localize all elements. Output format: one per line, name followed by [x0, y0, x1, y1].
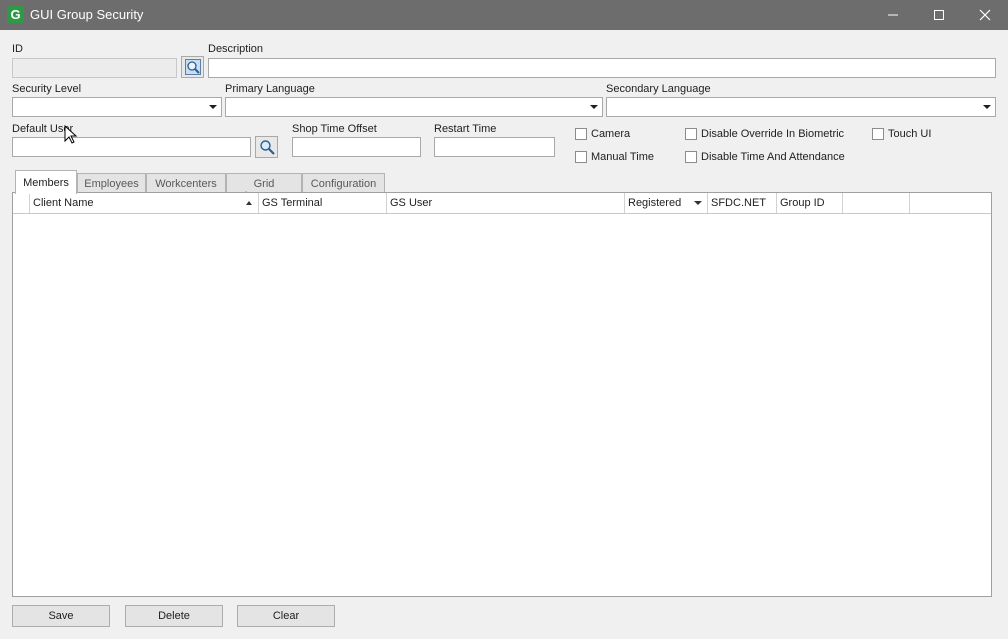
- primary-language-label: Primary Language: [225, 83, 315, 95]
- tab-configuration[interactable]: Configuration: [302, 173, 385, 193]
- app-logo-icon: G: [7, 6, 24, 23]
- chevron-down-icon[interactable]: [983, 105, 991, 109]
- camera-label: Camera: [591, 128, 631, 140]
- restart-time-field[interactable]: [434, 137, 555, 157]
- restart-time-label: Restart Time: [434, 123, 497, 135]
- sort-ascending-icon: [246, 201, 252, 205]
- id-label: ID: [12, 43, 23, 55]
- column-sfdc-net[interactable]: SFDC.NET: [708, 193, 777, 213]
- row-indicator-header: [13, 193, 30, 213]
- disable-override-checkbox[interactable]: [685, 128, 697, 140]
- touch-ui-label: Touch UI: [888, 128, 932, 140]
- column-client-name-label: Client Name: [33, 197, 94, 209]
- shop-time-offset-label: Shop Time Offset: [292, 123, 377, 135]
- column-client-name[interactable]: Client Name: [30, 193, 259, 213]
- disable-time-attendance-label: Disable Time And Attendance: [701, 151, 845, 163]
- clear-button[interactable]: Clear: [237, 605, 335, 627]
- filter-dropdown-icon[interactable]: [694, 201, 702, 205]
- default-user-lookup-button[interactable]: [255, 136, 278, 158]
- chevron-down-icon[interactable]: [209, 105, 217, 109]
- tab-employees[interactable]: Employees: [77, 173, 146, 193]
- members-grid[interactable]: Client Name GS Terminal GS User Register…: [12, 192, 992, 597]
- minimize-button[interactable]: [870, 0, 916, 30]
- column-gs-user[interactable]: GS User: [387, 193, 625, 213]
- disable-override-label: Disable Override In Biometric: [701, 128, 845, 140]
- mouse-cursor-icon: [64, 125, 78, 144]
- save-button[interactable]: Save: [12, 605, 110, 627]
- delete-button[interactable]: Delete: [125, 605, 223, 627]
- title-bar: G GUI Group Security: [0, 0, 1008, 30]
- disable-time-attendance-checkbox[interactable]: [685, 151, 697, 163]
- magnifier-icon: [259, 140, 275, 155]
- column-registered-label: Registered: [628, 197, 682, 209]
- grid-header: Client Name GS Terminal GS User Register…: [13, 193, 991, 214]
- camera-checkbox[interactable]: [575, 128, 587, 140]
- id-field[interactable]: [12, 58, 177, 78]
- chevron-down-icon[interactable]: [590, 105, 598, 109]
- id-lookup-button[interactable]: [181, 56, 204, 78]
- window-title: GUI Group Security: [30, 7, 144, 22]
- close-button[interactable]: [962, 0, 1008, 30]
- tab-workcenters[interactable]: Workcenters: [146, 173, 226, 193]
- column-gs-terminal[interactable]: GS Terminal: [259, 193, 387, 213]
- description-label: Description: [208, 43, 264, 55]
- search-icon: [184, 59, 201, 75]
- shop-time-offset-field[interactable]: [292, 137, 421, 157]
- manual-time-checkbox[interactable]: [575, 151, 587, 163]
- description-field[interactable]: [208, 58, 996, 78]
- tab-members[interactable]: Members: [15, 170, 77, 194]
- maximize-button[interactable]: [916, 0, 962, 30]
- default-user-field[interactable]: [12, 137, 251, 157]
- secondary-language-combo[interactable]: [606, 97, 996, 117]
- close-icon: [979, 9, 991, 21]
- touch-ui-checkbox[interactable]: [872, 128, 884, 140]
- column-group-id[interactable]: Group ID: [777, 193, 843, 213]
- security-level-combo[interactable]: [12, 97, 222, 117]
- column-extra[interactable]: [843, 193, 910, 213]
- maximize-icon: [934, 10, 944, 20]
- minimize-icon: [888, 14, 898, 16]
- column-registered[interactable]: Registered: [625, 193, 708, 213]
- tab-grid-layouts[interactable]: Grid Layouts: [226, 173, 302, 202]
- manual-time-label: Manual Time: [591, 151, 654, 163]
- primary-language-combo[interactable]: [225, 97, 603, 117]
- security-level-label: Security Level: [12, 83, 82, 95]
- secondary-language-label: Secondary Language: [606, 83, 711, 95]
